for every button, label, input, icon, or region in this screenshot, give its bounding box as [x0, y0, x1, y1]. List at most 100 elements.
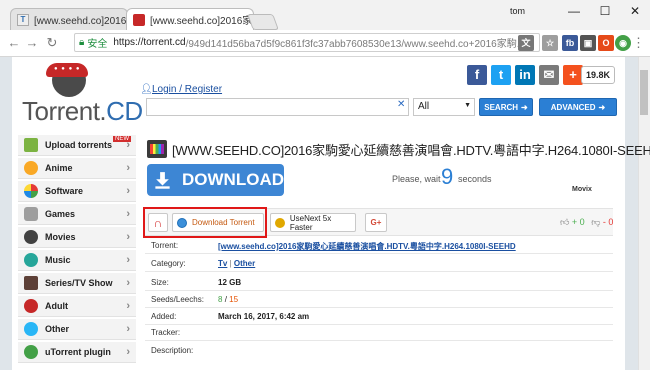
tv-screen-icon — [150, 144, 164, 154]
size-value: 12 GB — [218, 278, 242, 287]
torrent-name-link[interactable]: [www.seehd.co]2016家駒愛心延續慈善演唱會.HDTV.粵語中字.… — [218, 241, 516, 252]
chrome-extension-icon[interactable]: ◉ — [615, 35, 631, 51]
highlight-frame — [143, 207, 267, 238]
chevron-right-icon: › — [126, 323, 130, 335]
download-arrow-icon — [155, 172, 170, 189]
torrent-favicon-icon: T — [17, 13, 29, 26]
sidebar-item-movies[interactable]: Movies › — [18, 227, 136, 248]
tab-title: [www.seehd.co]2016家 — [150, 16, 253, 27]
movies-icon — [24, 230, 38, 244]
music-icon — [24, 253, 38, 267]
usenext-button[interactable]: UseNext 5x Faster — [270, 213, 356, 232]
browser-tab-1[interactable]: T [www.seehd.co]2016家 ✕ — [10, 8, 128, 30]
utorrent-icon — [24, 345, 38, 359]
scrollbar-thumb[interactable] — [640, 70, 648, 115]
seeds-leechs-value: 8 / 15 — [218, 295, 238, 304]
sidebar-item-utorrent[interactable]: uTorrent plugin › — [18, 342, 136, 363]
sidebar-item-other[interactable]: Other › — [18, 319, 136, 340]
share-count: 19.8K — [581, 66, 615, 84]
page-favicon-icon — [133, 13, 145, 26]
thumbs-down-icon[interactable]: 👎︎ — [591, 217, 600, 227]
browser-tab-2[interactable]: [www.seehd.co]2016家 ✕ — [126, 8, 254, 30]
sidebar-item-anime[interactable]: Anime › — [18, 158, 136, 179]
chevron-right-icon: › — [126, 277, 130, 289]
google-plus-button[interactable]: G+ — [365, 213, 387, 232]
chevron-right-icon: › — [126, 346, 130, 358]
row-divider — [145, 271, 613, 272]
linkedin-share-icon[interactable]: in — [515, 65, 535, 85]
minimize-button[interactable]: — — [566, 4, 582, 18]
leechs-count: 15 — [229, 295, 239, 304]
address-bar[interactable]: 🔒︎ 安全 https://torrent.cd /949d141d56ba7d… — [74, 33, 540, 52]
email-share-icon[interactable]: ✉ — [539, 65, 559, 85]
chevron-right-icon: › — [126, 231, 130, 243]
sidebar-item-series[interactable]: Series/TV Show › — [18, 273, 136, 294]
torrent-label: Torrent: — [151, 241, 179, 250]
chevron-right-icon: › — [126, 185, 130, 197]
site-logo[interactable]: Torrent.CD — [22, 96, 143, 127]
advanced-search-button[interactable]: ADVANCED ➜ — [539, 98, 617, 116]
new-badge: NEW — [113, 136, 131, 142]
sponsor-label: Movix — [572, 186, 592, 193]
download-button[interactable]: DOWNLOAD — [147, 164, 284, 196]
close-window-button[interactable]: ✕ — [627, 4, 643, 18]
sidebar-item-music[interactable]: Music › — [18, 250, 136, 271]
url-host: https://torrent.cd — [113, 37, 186, 48]
chevron-right-icon: › — [126, 254, 130, 266]
row-divider — [145, 253, 613, 254]
translate-icon[interactable]: 文 — [518, 35, 534, 51]
size-label: Size: — [151, 278, 169, 287]
seeds-separator: / — [224, 295, 227, 304]
category-tv-link[interactable]: Tv — [218, 259, 227, 268]
category-select[interactable]: All ▼ — [413, 98, 475, 116]
bookmark-star-icon[interactable]: ☆ — [542, 35, 558, 51]
thumbs-up-icon[interactable]: 👍︎ — [560, 217, 569, 227]
category-separator: | — [229, 259, 232, 268]
search-go-icon: ➜ — [521, 102, 528, 112]
wait-label: Please, wait — [392, 174, 441, 184]
adult-icon — [24, 299, 38, 313]
clear-search-icon[interactable]: ✕ — [397, 99, 405, 110]
wait-countdown: 9 — [441, 164, 454, 189]
seeds-label: Seeds/Leechs: — [151, 295, 204, 304]
maximize-button[interactable]: ☐ — [597, 4, 613, 18]
office-extension-icon[interactable]: O — [598, 35, 614, 51]
vote-counts: 👍︎ + 0 👎︎ - 0 — [560, 217, 613, 228]
facebook-share-icon[interactable]: f — [467, 65, 487, 85]
upvote-count: + 0 — [571, 217, 585, 227]
row-divider — [145, 290, 613, 291]
more-share-icon[interactable]: + — [563, 65, 583, 85]
software-icon — [24, 184, 38, 198]
back-icon[interactable]: ← — [6, 35, 22, 51]
other-icon — [24, 322, 38, 336]
category-value: Tv | Other — [218, 259, 255, 268]
url-path: /949d141d56ba7d5f9c861f3fc37abb7608530e1… — [185, 39, 526, 50]
forward-icon[interactable]: → — [24, 35, 40, 51]
chevron-down-icon: ▼ — [464, 102, 471, 109]
new-tab-button[interactable] — [247, 14, 279, 30]
search-input[interactable] — [146, 98, 409, 116]
added-label: Added: — [151, 312, 177, 321]
extension-icon[interactable]: ▣ — [580, 35, 596, 51]
menu-icon[interactable]: ⋮ — [632, 35, 645, 51]
description-label: Description: — [151, 346, 194, 355]
tab-title: [www.seehd.co]2016家 — [34, 16, 128, 27]
tv-icon — [24, 276, 38, 290]
sidebar-item-software[interactable]: Software › — [18, 181, 136, 202]
games-icon — [24, 207, 38, 221]
chevron-right-icon: › — [126, 162, 130, 174]
row-divider — [145, 340, 613, 341]
torrent-title: [WWW.SEEHD.CO]2016家駒愛心延續慈善演唱會.HDTV.粵語中字.… — [172, 143, 650, 158]
usenext-icon — [275, 217, 285, 228]
chevron-right-icon: › — [126, 208, 130, 220]
category-other-link[interactable]: Other — [234, 259, 255, 268]
login-register-link[interactable]: Login / Register — [152, 84, 222, 95]
chevron-right-icon: › — [126, 300, 130, 312]
twitter-share-icon[interactable]: t — [491, 65, 511, 85]
search-button[interactable]: SEARCH ➜ — [479, 98, 533, 116]
sidebar-item-adult[interactable]: Adult › — [18, 296, 136, 317]
profile-name[interactable]: tom — [510, 6, 525, 16]
reload-icon[interactable]: ↻ — [44, 35, 60, 51]
sidebar-item-games[interactable]: Games › — [18, 204, 136, 225]
facebook-extension-icon[interactable]: fb — [562, 35, 578, 51]
